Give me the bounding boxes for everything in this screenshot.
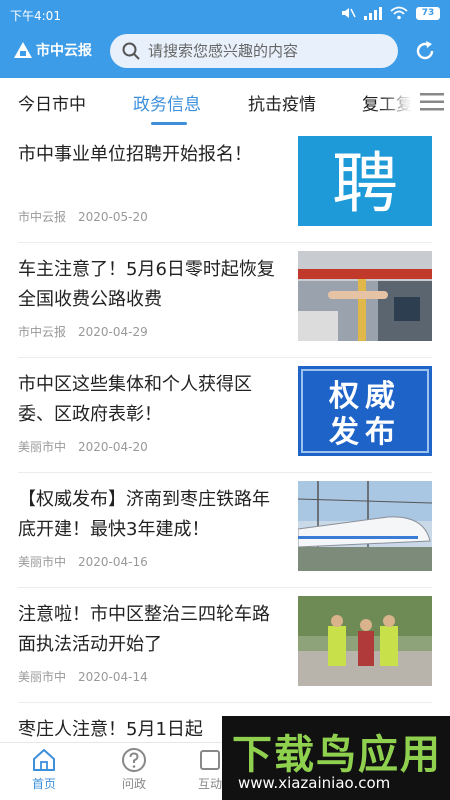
watermark-title: 下载鸟应用 [232,732,442,778]
nav-inquiry-label: 问政 [121,777,146,791]
search-input[interactable] [148,42,388,60]
status-bar: 下午4:01 73 [0,0,450,30]
search-icon [122,42,140,60]
nav-interact-label: 互动 [197,777,222,791]
search-bar[interactable] [110,34,398,68]
tab-today[interactable]: 今日市中 [18,90,86,115]
official-release-image: 权威 发布 [301,369,429,453]
news-title: 【权威发布】济南到枣庄铁路年底开建！最快3年建成！ [18,489,270,540]
news-date: 2020-05-20 [78,210,148,224]
nav-home[interactable]: 首页 [14,747,74,792]
tab-government-info[interactable]: 政务信息 [133,90,201,115]
home-icon [33,749,55,771]
toll-booth-image [298,251,432,341]
status-icons: 73 [340,6,440,20]
app-header: 下午4:01 73 市中云报 [0,0,450,78]
news-meta: 市中云报 2020-04-29 [18,323,148,340]
recruit-image-text: 聘 [332,145,398,222]
interact-icon [200,750,220,770]
news-title: 市中事业单位招聘开始报名！ [18,144,252,165]
news-title: 车主注意了！5月6日零时起恢复全国收费公路收费 [18,259,275,310]
news-source: 美丽市中 [18,670,67,684]
news-item[interactable]: 车主注意了！5月6日零时起恢复全国收费公路收费 市中云报 2020-04-29 [0,243,450,358]
nav-inquiry[interactable]: 问政 [104,747,164,792]
active-tab-indicator [151,122,187,125]
high-speed-train-image [298,481,432,571]
news-thumbnail: 聘 [298,136,432,226]
news-thumbnail [298,481,432,571]
app-logo: 市中云报 [14,40,92,60]
status-time: 下午4:01 [10,9,61,23]
news-title: 市中区这些集体和个人获得区委、区政府表彰！ [18,374,252,425]
news-meta: 美丽市中 2020-04-16 [18,553,148,570]
recruit-image: 聘 [332,145,398,222]
news-date: 2020-04-16 [78,555,148,569]
news-item[interactable]: 【权威发布】济南到枣庄铁路年底开建！最快3年建成！ 美丽市中 2020-04-16 [0,473,450,588]
watermark: 下载鸟应用 www.xiazainiao.com [222,716,450,800]
news-meta: 美丽市中 2020-04-14 [18,668,148,685]
news-date: 2020-04-14 [78,670,148,684]
logo-mark-icon [14,42,32,58]
news-thumbnail [298,596,432,686]
refresh-icon[interactable] [413,39,437,63]
news-item[interactable]: 市中事业单位招聘开始报名！ 市中云报 2020-05-20 聘 [0,128,450,243]
news-item[interactable]: 注意啦！市中区整治三四轮车路面执法活动开始了 美丽市中 2020-04-14 [0,588,450,703]
news-source: 市中云报 [18,325,67,339]
news-source: 市中云报 [18,210,67,224]
news-date: 2020-04-20 [78,440,148,454]
mute-icon [342,8,356,18]
traffic-police-image [298,596,432,686]
news-thumbnail: 权威 发布 [298,366,432,456]
news-source: 美丽市中 [18,440,67,454]
logo-text: 市中云报 [36,43,92,59]
news-title: 注意啦！市中区整治三四轮车路面执法活动开始了 [18,604,270,655]
tab-fight-epidemic[interactable]: 抗击疫情 [248,90,316,115]
news-thumbnail [298,251,432,341]
watermark-url: www.xiazainiao.com [238,774,391,792]
menu-icon[interactable] [420,93,444,111]
wifi-icon [390,6,408,20]
news-date: 2020-04-29 [78,325,148,339]
news-meta: 美丽市中 2020-04-20 [18,438,148,455]
nav-home-label: 首页 [31,777,56,791]
battery-icon: 73 [416,6,440,20]
news-item[interactable]: 市中区这些集体和个人获得区委、区政府表彰！ 美丽市中 2020-04-20 权威 … [0,358,450,473]
official-release-text-2: 发布 [328,415,401,450]
official-release-text-1: 权威 [328,379,401,414]
news-meta: 市中云报 2020-05-20 [18,208,148,225]
question-icon [122,748,146,772]
news-source: 美丽市中 [18,555,67,569]
category-tabs: 今日市中 政务信息 抗击疫情 复工复 [0,78,450,128]
signal-icon [364,6,382,20]
